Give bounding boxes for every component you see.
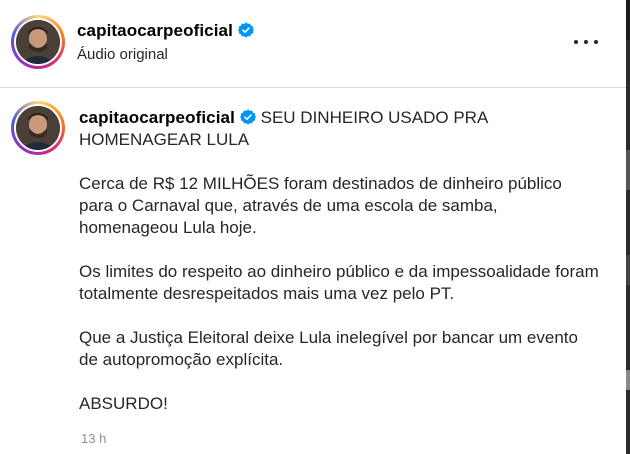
caption-paragraph: Cerca de R$ 12 MILHÕES foram destinados … <box>79 174 562 237</box>
post-panel: capitaocarpeoficial Áudio original capit… <box>0 0 630 454</box>
background-strip <box>626 0 630 454</box>
more-options-button[interactable] <box>574 30 598 54</box>
more-horizontal-icon <box>574 40 578 44</box>
caption-username[interactable]: capitaocarpeoficial <box>79 108 235 127</box>
more-dot <box>584 40 588 44</box>
caption-paragraph: Os limites do respeito ao dinheiro públi… <box>79 262 599 303</box>
caption-paragraph: ABSURDO! <box>79 394 168 413</box>
caption-text: capitaocarpeoficial SEU DINHEIRO USADO P… <box>79 107 599 437</box>
caption-paragraph: Que a Justiça Eleitoral deixe Lula inele… <box>79 328 578 369</box>
post-header: capitaocarpeoficial Áudio original <box>0 0 626 88</box>
caption-avatar[interactable] <box>11 101 65 155</box>
caption-heading: capitaocarpeoficial SEU DINHEIRO USADO P… <box>79 107 599 151</box>
username-text[interactable]: capitaocarpeoficial <box>77 21 233 40</box>
verified-badge-icon <box>239 109 256 125</box>
audio-label[interactable]: Áudio original <box>77 46 168 63</box>
avatar[interactable] <box>11 15 65 69</box>
verified-badge-icon <box>237 22 254 38</box>
more-dot <box>594 40 598 44</box>
author-username[interactable]: capitaocarpeoficial <box>77 21 254 41</box>
post-timestamp[interactable]: 13 h <box>81 431 106 446</box>
